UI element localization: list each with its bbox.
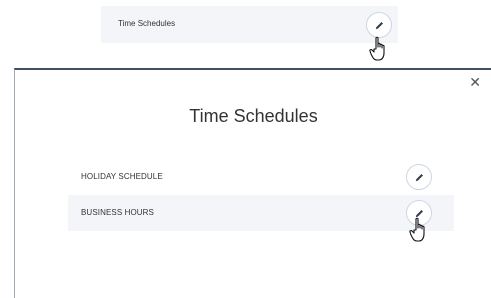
list-item-holiday-schedule[interactable]: HOLIDAY SCHEDULE: [68, 159, 454, 195]
pencil-icon: [415, 173, 423, 181]
time-schedules-modal: ✕ Time Schedules HOLIDAY SCHEDULE BUSINE…: [14, 68, 491, 298]
pencil-icon: [375, 21, 383, 29]
list-item-business-hours[interactable]: BUSINESS HOURS: [68, 195, 454, 231]
hand-pointer-icon: [409, 217, 425, 242]
modal-title: Time Schedules: [189, 106, 318, 126]
edit-button-holiday-schedule[interactable]: [406, 164, 432, 190]
hand-pointer-icon: [369, 36, 385, 61]
edit-button[interactable]: [366, 12, 392, 38]
schedule-row-time-schedules[interactable]: Time Schedules: [101, 6, 398, 43]
row-label: Time Schedules: [118, 19, 176, 28]
item-label: HOLIDAY SCHEDULE: [81, 172, 163, 181]
item-label: BUSINESS HOURS: [81, 208, 154, 217]
close-icon[interactable]: ✕: [469, 76, 481, 90]
